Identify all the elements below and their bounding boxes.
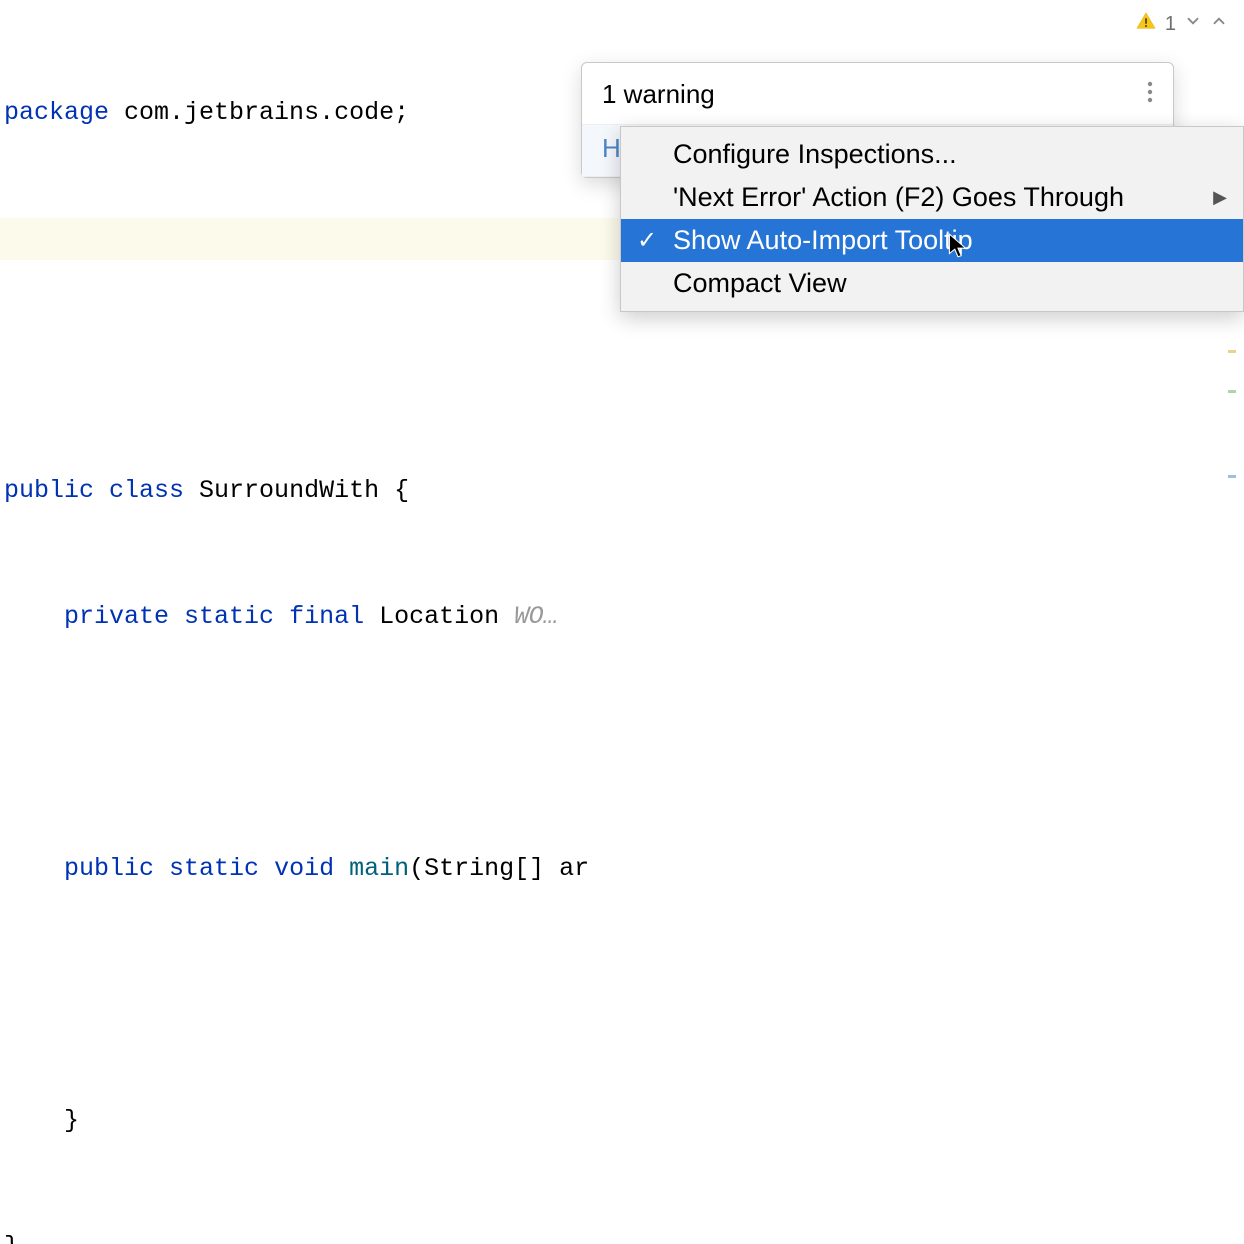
warning-icon[interactable]	[1135, 10, 1157, 38]
keyword: private	[64, 602, 184, 631]
code-line: private static final Location WO…	[0, 596, 1244, 638]
code-line: }	[0, 1100, 1244, 1142]
class-name: SurroundWith	[184, 476, 394, 505]
type-name: String[]	[424, 854, 544, 883]
keyword: final	[289, 602, 364, 631]
menu-item-auto-import-tooltip[interactable]: ✓ Show Auto-Import Tooltip	[621, 219, 1243, 262]
menu-item-compact-view[interactable]: Compact View	[621, 262, 1243, 305]
menu-item-label: Compact View	[673, 268, 847, 299]
popup-title: 1 warning	[602, 79, 715, 110]
code-line	[0, 974, 1244, 1016]
package-name: com.jetbrains.code	[109, 98, 394, 127]
code-line: public static void main(String[] ar	[0, 848, 1244, 890]
kebab-menu-icon[interactable]	[1147, 81, 1153, 109]
keyword: static	[184, 602, 289, 631]
warning-count: 1	[1165, 13, 1176, 36]
inlay-hint: WO…	[514, 602, 558, 631]
brace: {	[394, 476, 409, 505]
param-name: ar	[544, 854, 589, 883]
keyword: public	[4, 476, 109, 505]
code-line	[0, 722, 1244, 764]
menu-item-configure-inspections[interactable]: Configure Inspections...	[621, 133, 1243, 176]
chevron-down-icon[interactable]	[1184, 12, 1202, 36]
menu-item-label: 'Next Error' Action (F2) Goes Through	[673, 182, 1124, 213]
context-menu: Configure Inspections... 'Next Error' Ac…	[620, 126, 1244, 312]
chevron-up-icon[interactable]	[1210, 12, 1228, 36]
keyword: void	[274, 854, 349, 883]
inspection-indicators: 1	[1135, 10, 1228, 38]
brace: }	[4, 1232, 19, 1244]
code-line	[0, 344, 1244, 386]
keyword: public	[64, 854, 169, 883]
keyword: package	[4, 98, 109, 127]
gutter-mark-info[interactable]	[1228, 475, 1236, 478]
error-stripe[interactable]	[1228, 0, 1236, 622]
menu-item-label: Show Auto-Import Tooltip	[673, 225, 973, 256]
paren: (	[409, 854, 424, 883]
code-line: public class SurroundWith {	[0, 470, 1244, 512]
type-name: Location	[364, 602, 514, 631]
check-icon: ✓	[637, 226, 657, 255]
semicolon: ;	[394, 98, 409, 127]
keyword: static	[169, 854, 274, 883]
menu-item-next-error[interactable]: 'Next Error' Action (F2) Goes Through ▶	[621, 176, 1243, 219]
submenu-arrow-icon: ▶	[1213, 187, 1227, 208]
gutter-mark-ok[interactable]	[1228, 390, 1236, 393]
menu-item-label: Configure Inspections...	[673, 139, 957, 170]
code-line: }	[0, 1226, 1244, 1244]
popup-header: 1 warning	[582, 63, 1173, 124]
method-name: main	[349, 854, 409, 883]
keyword: class	[109, 476, 184, 505]
brace: }	[64, 1106, 79, 1135]
gutter-mark-warning[interactable]	[1228, 350, 1236, 353]
